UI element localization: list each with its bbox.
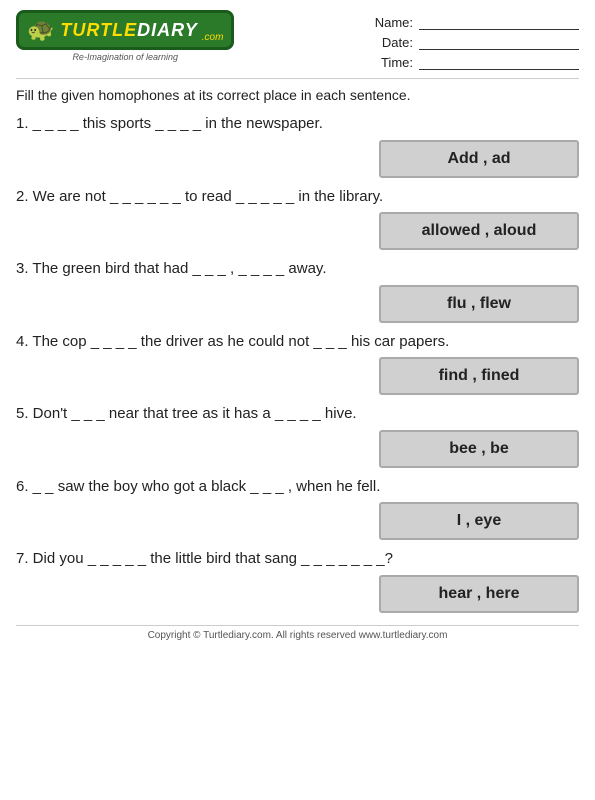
answer-button-1[interactable]: Add , ad [379,140,579,178]
question-block-7: 7. Did you _ _ _ _ _ the little bird tha… [16,548,579,613]
question-block-6: 6. _ _ saw the boy who got a black _ _ _… [16,476,579,541]
answer-button-7[interactable]: hear , here [379,575,579,613]
question-text-5: 5. Don't _ _ _ near that tree as it has … [16,403,579,426]
question-block-2: 2. We are not _ _ _ _ _ _ to read _ _ _ … [16,186,579,251]
name-input-line[interactable] [419,14,579,30]
question-text-6: 6. _ _ saw the boy who got a black _ _ _… [16,476,579,499]
question-text-1: 1. _ _ _ _ this sports _ _ _ _ in the ne… [16,113,579,136]
answer-box-4: find , fined [16,357,579,395]
answer-button-2[interactable]: allowed , aloud [379,212,579,250]
logo-turtle-text: TURTLE [60,20,137,40]
logo-diary-text: DIARY [137,20,198,40]
questions-container: 1. _ _ _ _ this sports _ _ _ _ in the ne… [16,113,579,613]
logo-box: 🐢 TURTLEDIARY .com [16,10,234,50]
name-fields: Name: Date: Time: [373,10,579,70]
question-block-1: 1. _ _ _ _ this sports _ _ _ _ in the ne… [16,113,579,178]
question-text-4: 4. The cop _ _ _ _ the driver as he coul… [16,331,579,354]
answer-button-6[interactable]: I , eye [379,502,579,540]
answer-box-7: hear , here [16,575,579,613]
answer-button-3[interactable]: flu , flew [379,285,579,323]
date-input-line[interactable] [419,34,579,50]
logo-area: 🐢 TURTLEDIARY .com Re-Imagination of lea… [16,10,234,62]
answer-box-2: allowed , aloud [16,212,579,250]
logo-com-text: .com [202,32,224,43]
answer-button-4[interactable]: find , fined [379,357,579,395]
question-block-3: 3. The green bird that had _ _ _ , _ _ _… [16,258,579,323]
question-text-3: 3. The green bird that had _ _ _ , _ _ _… [16,258,579,281]
answer-button-5[interactable]: bee , be [379,430,579,468]
date-row: Date: [373,34,579,50]
question-block-4: 4. The cop _ _ _ _ the driver as he coul… [16,331,579,396]
footer: Copyright © Turtlediary.com. All rights … [16,625,579,641]
answer-box-5: bee , be [16,430,579,468]
date-label: Date: [373,35,413,50]
time-input-line[interactable] [419,54,579,70]
question-text-7: 7. Did you _ _ _ _ _ the little bird tha… [16,548,579,571]
answer-box-6: I , eye [16,502,579,540]
time-row: Time: [373,54,579,70]
question-text-2: 2. We are not _ _ _ _ _ _ to read _ _ _ … [16,186,579,209]
logo-tagline: Re-Imagination of learning [72,52,178,62]
instructions: Fill the given homophones at its correct… [16,78,579,103]
question-block-5: 5. Don't _ _ _ near that tree as it has … [16,403,579,468]
name-label: Name: [373,15,413,30]
answer-box-1: Add , ad [16,140,579,178]
time-label: Time: [373,55,413,70]
header: 🐢 TURTLEDIARY .com Re-Imagination of lea… [16,10,579,70]
answer-box-3: flu , flew [16,285,579,323]
name-row: Name: [373,14,579,30]
